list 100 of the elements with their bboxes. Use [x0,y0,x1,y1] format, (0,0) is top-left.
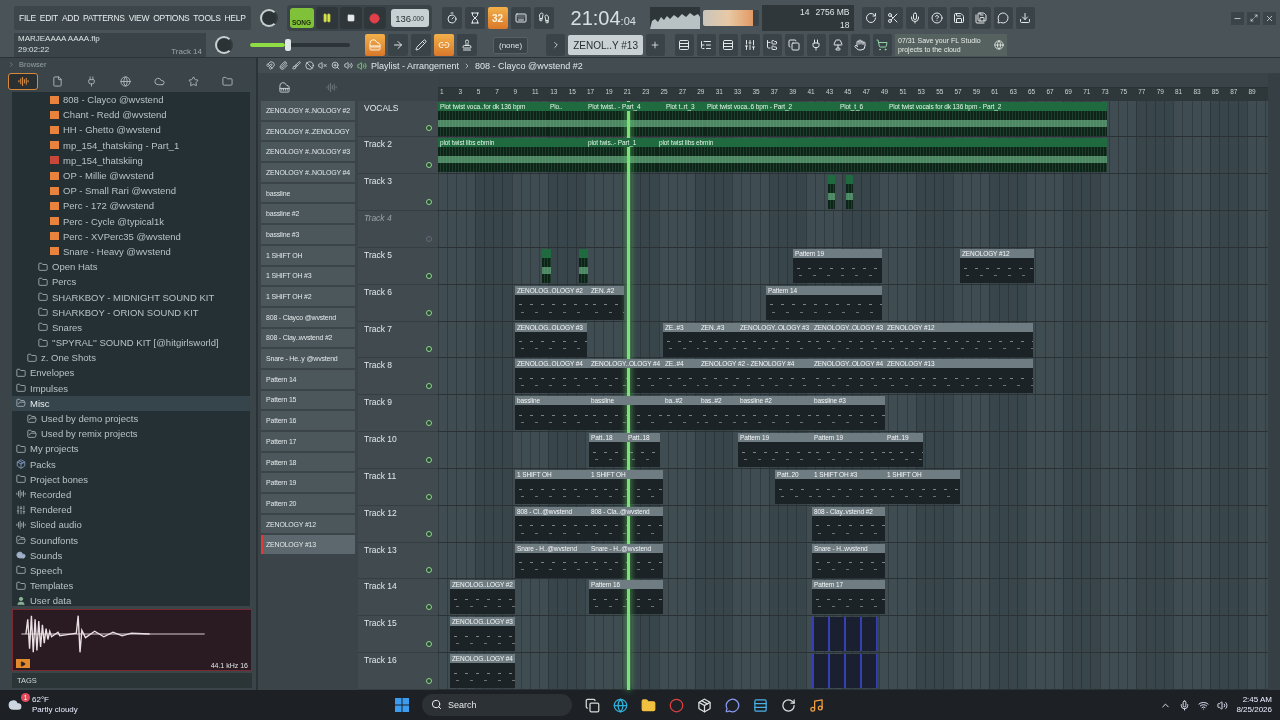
copy-button[interactable] [785,34,804,56]
browser-item[interactable]: Soundfonts [12,532,250,548]
browser-item[interactable]: My projects [12,441,250,457]
browser-item[interactable]: OP - Small Rari @wvstend [12,183,250,199]
browser-item[interactable]: Perc - XVPerc35 @wvstend [12,228,250,244]
ban-icon[interactable] [305,61,314,70]
audio-clip[interactable] [812,654,877,689]
sliders-button[interactable] [741,34,760,56]
browser-item[interactable]: User data [12,593,250,606]
track-header[interactable]: VOCALS [358,100,438,138]
track-header[interactable]: Track 8 [358,358,438,396]
track-enable-icon[interactable] [426,199,432,206]
add-button[interactable] [646,34,665,56]
speaker-icon[interactable] [344,61,353,70]
save-button[interactable] [949,7,969,29]
knob[interactable] [215,36,233,54]
track-enable-icon[interactable] [426,567,432,574]
track-enable-icon[interactable] [426,456,432,463]
list-tree-button[interactable] [697,34,716,56]
browser-item[interactable]: Perc - 172 @wvstend [12,198,250,214]
rotate-button[interactable] [861,7,881,29]
browser-item[interactable]: Recorded [12,486,250,503]
stamp-button[interactable] [457,34,477,56]
browser-item[interactable]: Templates [12,578,250,594]
browser-item[interactable]: Snares [12,319,250,335]
track-enable-icon[interactable] [426,346,432,353]
track-header[interactable]: Track 2 [358,137,438,175]
browser-item[interactable]: Speech [12,562,250,578]
hand-button[interactable] [851,34,870,56]
browser-item[interactable]: Sounds [12,547,250,563]
stop-button[interactable] [339,7,362,29]
menu-item[interactable]: PATTERNS [83,13,125,23]
track-header[interactable]: Track 14 [358,579,438,617]
chat-button[interactable] [993,7,1013,29]
track-enable-icon[interactable] [426,420,432,427]
track-header[interactable]: Track 4 [358,211,438,248]
browser-item[interactable]: OP - Millie @wvstend [12,167,250,184]
rows-button[interactable] [675,34,694,56]
browser-item[interactable]: Percs [12,274,250,290]
audio-clip[interactable] [828,175,835,210]
microphone-button[interactable] [905,7,925,29]
track-enable-icon[interactable] [426,383,432,390]
track-enable-icon[interactable] [426,272,432,279]
browser-item[interactable]: mp_154_thatskiing [12,152,250,168]
rows-button[interactable] [719,34,738,56]
pencil-button[interactable] [411,34,431,56]
piano-icon[interactable] [279,81,290,93]
track-enable-icon[interactable] [426,162,432,169]
track-enable-icon[interactable] [426,641,432,648]
track-enable-icon[interactable] [426,309,432,316]
play-button[interactable] [16,659,30,668]
browser-item[interactable]: Project bones [12,471,250,487]
track-header[interactable]: Track 16 [358,653,438,690]
browser-item[interactable]: Used by demo projects [12,410,250,427]
browser-item[interactable]: Envelopes [12,365,250,381]
mute-icon[interactable] [318,61,327,70]
menu-item[interactable]: EDIT [39,13,58,23]
menu-item[interactable]: HELP [224,13,246,23]
browser-item[interactable]: Rendered [12,502,250,518]
folder-tree-button[interactable] [763,34,782,56]
knob[interactable] [259,9,278,27]
track-header[interactable]: Track 6 [358,284,438,322]
track-header[interactable]: Track 12 [358,505,438,543]
browser-item[interactable]: Snare - Heavy @wvstend [12,243,250,260]
browser-item[interactable]: z. One Shots [12,350,250,366]
pattern-selector[interactable]: ZENOL..Y #13 [568,35,643,55]
track-enable-icon[interactable] [426,677,432,684]
track-enable-icon[interactable] [426,604,432,611]
audio-clip[interactable] [846,175,853,210]
menu-item[interactable]: TOOLS [193,13,221,23]
track-enable-icon[interactable] [426,493,432,500]
maximize-button[interactable] [1247,11,1260,25]
search-field[interactable]: Search [422,694,572,716]
track-enable-icon[interactable] [426,530,432,537]
speaker-icon[interactable] [1217,699,1229,711]
microphone-icon[interactable] [1179,699,1191,711]
browser-item[interactable]: Open Hats [12,259,250,275]
browser-item[interactable]: HH - Ghetto @wvstend [12,122,250,138]
track-header[interactable]: Track 7 [358,321,438,359]
save-all-button[interactable] [971,7,991,29]
track-header[interactable]: Track 5 [358,247,438,285]
track-header[interactable]: Track 10 [358,432,438,469]
timer-button[interactable] [441,7,462,29]
browser-item[interactable]: Impulses [12,380,250,396]
zoom-icon[interactable] [331,61,340,70]
menu-item[interactable]: FILE [19,13,36,23]
help-button[interactable] [927,7,947,29]
browser-item[interactable]: Perc - Cycle @typical1k [12,213,250,229]
keyboard-button[interactable] [510,7,531,29]
browser-item[interactable]: mp_154_thatskiing - Part_1 [12,137,250,153]
pause-button[interactable] [315,7,338,29]
download-button[interactable] [1015,7,1035,29]
track-header[interactable]: Track 11 [358,468,438,506]
browser-item[interactable]: Chant - Redd @wvstend [12,107,250,123]
audio-clip[interactable] [579,248,588,283]
audio-clip[interactable] [542,248,551,283]
audio-clip[interactable] [812,617,877,652]
browser-item[interactable]: 808 - Clayco @wvstend [12,92,250,108]
close-button[interactable] [1263,11,1276,25]
scissors-button[interactable] [883,7,903,29]
